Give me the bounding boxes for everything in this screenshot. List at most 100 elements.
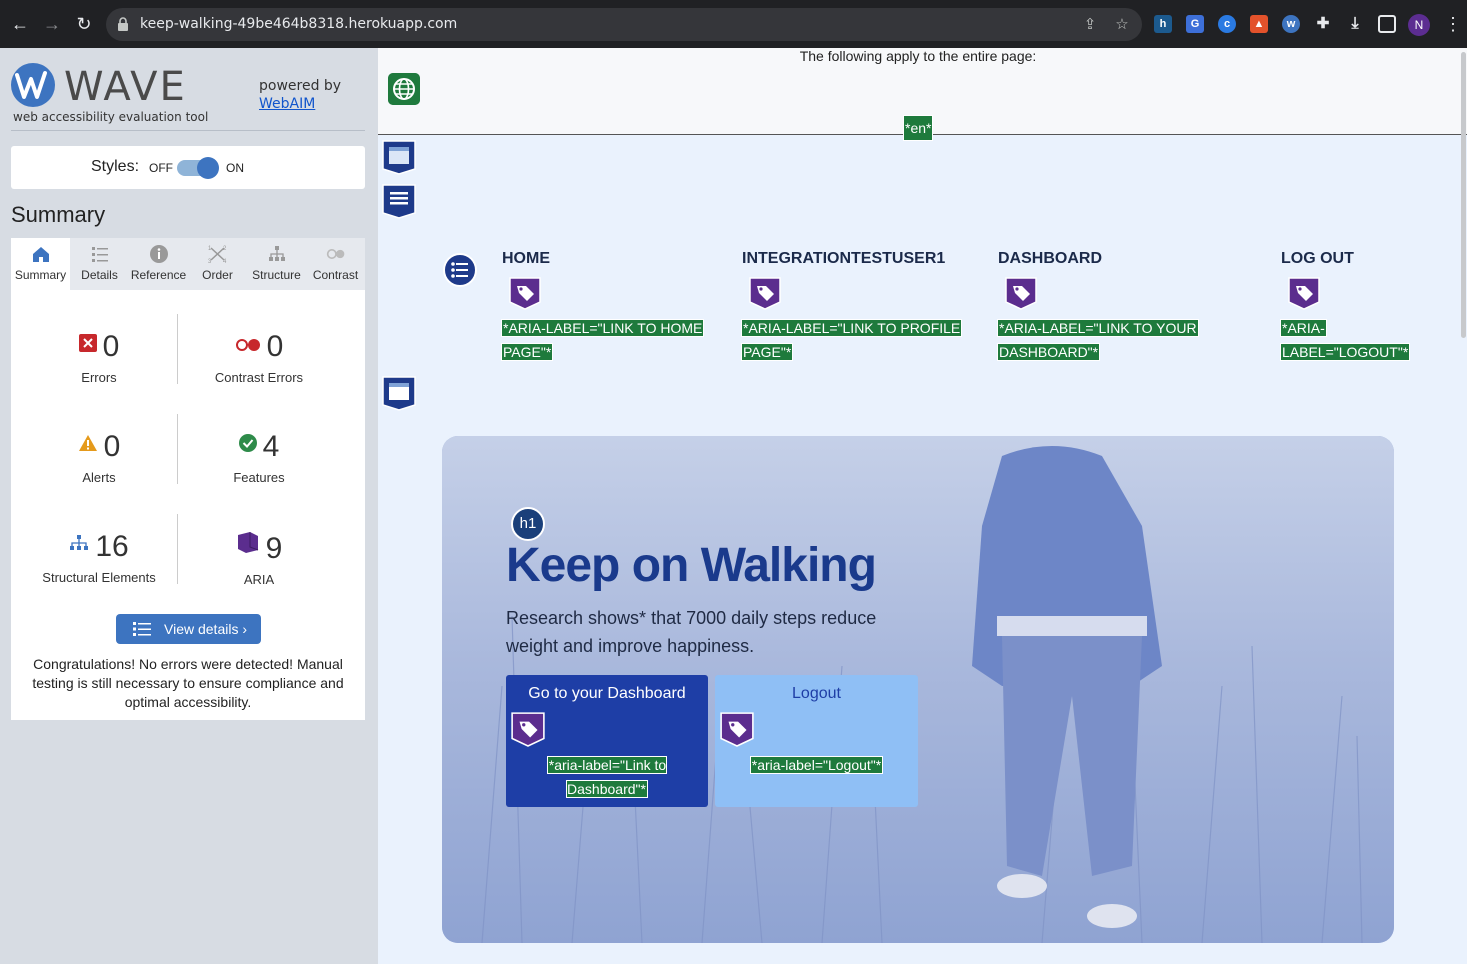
h1-heading-icon[interactable]: h1 xyxy=(511,507,545,541)
stat-contrast-errors[interactable]: 0 Contrast Errors xyxy=(179,330,339,385)
aria-label-tag-icon[interactable] xyxy=(748,276,782,310)
extension-1-icon[interactable]: h xyxy=(1154,15,1172,33)
aria-cube-icon xyxy=(237,532,258,553)
translate-extension-icon[interactable]: G xyxy=(1186,15,1204,33)
errors-label: Errors xyxy=(81,370,117,385)
contrast-errors-count: 0 xyxy=(266,330,284,363)
structural-count: 16 xyxy=(95,530,129,563)
browser-menu-icon[interactable]: ⋮ xyxy=(1444,14,1462,34)
tab-label: Details xyxy=(81,268,118,282)
structural-label: Structural Elements xyxy=(42,570,156,585)
svg-text:4: 4 xyxy=(223,259,227,264)
browser-toolbar: ← → ↻ keep-walking-49be464b8318.herokuap… xyxy=(0,0,1467,48)
logout-button[interactable]: Logout *aria-label="Logout"* xyxy=(715,675,918,807)
main-region-icon[interactable] xyxy=(381,375,417,411)
back-arrow-icon[interactable]: ← xyxy=(8,12,32,36)
hero-text: Research shows* that 7000 daily steps re… xyxy=(506,608,877,656)
tab-label: Structure xyxy=(252,268,301,282)
aria-count: 9 xyxy=(265,532,283,565)
lock-icon xyxy=(118,17,128,31)
wave-tabs: Summary Details Reference 1234 Order Str… xyxy=(11,238,365,290)
tab-label: Reference xyxy=(130,268,187,282)
stat-divider xyxy=(177,314,178,384)
view-details-button[interactable]: View details › xyxy=(116,614,261,644)
features-label: Features xyxy=(233,470,285,485)
url-text: keep-walking-49be464b8318.herokuapp.com xyxy=(140,16,458,32)
toggle-knob xyxy=(197,157,219,179)
alerts-label: Alerts xyxy=(82,470,116,485)
wave-sidebar: WAVE web accessibility evaluation tool p… xyxy=(0,48,378,964)
nav-item-home: HOME *ARIA-LABEL="LINK TO HOME PAGE"* xyxy=(500,250,712,364)
reload-icon[interactable]: ↻ xyxy=(72,12,96,36)
dashboard-button-label: Go to your Dashboard xyxy=(528,685,686,702)
error-x-icon xyxy=(78,334,97,352)
tab-details[interactable]: Details xyxy=(70,238,129,290)
aria-label-tag-icon[interactable] xyxy=(510,711,546,747)
styles-toggle-panel: Styles: OFF ON xyxy=(11,146,365,189)
powered-by-text: powered by xyxy=(259,78,342,94)
tab-contrast[interactable]: Contrast xyxy=(306,238,365,290)
aria-label-tag-icon[interactable] xyxy=(1287,276,1321,310)
wave-brand-text: WAVE xyxy=(64,64,187,110)
stat-structural[interactable]: 16 Structural Elements xyxy=(19,530,179,585)
stat-divider xyxy=(177,514,178,584)
section-title: Summary xyxy=(11,202,106,227)
tab-reference[interactable]: Reference xyxy=(129,238,188,290)
share-icon[interactable]: ⇪ xyxy=(1081,16,1099,34)
download-icon[interactable]: ⤓ xyxy=(1346,15,1364,33)
aria-label-tag-icon[interactable] xyxy=(719,711,755,747)
profile-avatar[interactable]: N xyxy=(1408,14,1430,36)
bookmark-star-icon[interactable]: ☆ xyxy=(1113,16,1131,34)
page-scrollbar[interactable] xyxy=(1460,48,1467,338)
contrast-errors-label: Contrast Errors xyxy=(214,370,304,385)
order-icon: 1 23 4 xyxy=(208,246,227,264)
nav-link-logout[interactable]: LOG OUT xyxy=(1281,250,1421,268)
wave-extension-icon[interactable]: w xyxy=(1282,15,1300,33)
forward-arrow-icon[interactable]: → xyxy=(40,12,64,36)
structure-icon xyxy=(268,246,285,261)
aria-label-tag-icon[interactable] xyxy=(508,276,542,310)
aria-label-tag-icon[interactable] xyxy=(1004,276,1038,310)
language-globe-icon[interactable] xyxy=(388,73,420,105)
alerts-count: 0 xyxy=(103,430,121,463)
nav-link-profile[interactable]: INTEGRATIONTESTUSER1 xyxy=(742,250,972,268)
congrats-message: Congratulations! No errors were detected… xyxy=(32,656,344,710)
structure-icon xyxy=(70,535,89,550)
home-icon xyxy=(32,247,49,262)
header-region-icon[interactable] xyxy=(381,139,417,175)
summary-panel: 0 Errors 0 Contrast Errors 0 Alerts 4 Fe… xyxy=(11,290,365,720)
powered-by: powered by WebAIM xyxy=(259,77,341,113)
alert-triangle-icon xyxy=(78,435,97,451)
view-details-label: View details › xyxy=(164,621,248,637)
nav-link-home[interactable]: HOME xyxy=(502,250,712,268)
dashboard-button[interactable]: Go to your Dashboard *aria-label="Link t… xyxy=(506,675,708,807)
aria-label-annotation: *ARIA-LABEL="LINK TO YOUR DASHBOARD"* xyxy=(997,319,1199,361)
stat-errors[interactable]: 0 Errors xyxy=(19,330,179,385)
nav-link-dashboard[interactable]: DASHBOARD xyxy=(998,250,1208,268)
aria-label-annotation: *aria-label="Link to Dashboard"* xyxy=(546,756,668,798)
aria-label-annotation: *ARIA-LABEL="LINK TO PROFILE PAGE"* xyxy=(740,319,963,361)
scrollbar-thumb[interactable] xyxy=(1461,52,1466,338)
extension-4-icon[interactable]: ▲ xyxy=(1250,15,1268,33)
unordered-list-icon[interactable] xyxy=(442,252,478,288)
aria-label-annotation: *ARIA-LABEL="LINK TO HOME PAGE"* xyxy=(500,319,705,361)
webaim-link[interactable]: WebAIM xyxy=(259,96,315,112)
list-icon xyxy=(91,247,108,262)
logout-button-label: Logout xyxy=(792,685,841,702)
nav-item-logout: LOG OUT *ARIA-LABEL="LOGOUT"* xyxy=(1279,250,1421,364)
page-content: The following apply to the entire page: … xyxy=(378,48,1467,964)
tab-structure[interactable]: Structure xyxy=(247,238,306,290)
stat-features[interactable]: 4 Features xyxy=(179,430,339,485)
address-bar[interactable]: keep-walking-49be464b8318.herokuapp.com … xyxy=(106,8,1142,41)
side-panel-icon[interactable] xyxy=(1378,15,1396,33)
styles-toggle[interactable] xyxy=(177,157,219,179)
navigation-region-icon[interactable] xyxy=(381,183,417,219)
stat-alerts[interactable]: 0 Alerts xyxy=(19,430,179,485)
extension-3-icon[interactable]: c xyxy=(1218,15,1236,33)
wave-subtitle: web accessibility evaluation tool xyxy=(13,110,209,124)
tab-order[interactable]: 1234 Order xyxy=(188,238,247,290)
styles-label: Styles: xyxy=(91,158,140,175)
stat-aria[interactable]: 9 ARIA xyxy=(179,530,339,587)
tab-summary[interactable]: Summary xyxy=(11,238,70,290)
puzzle-extensions-icon[interactable]: ✚ xyxy=(1314,15,1332,33)
